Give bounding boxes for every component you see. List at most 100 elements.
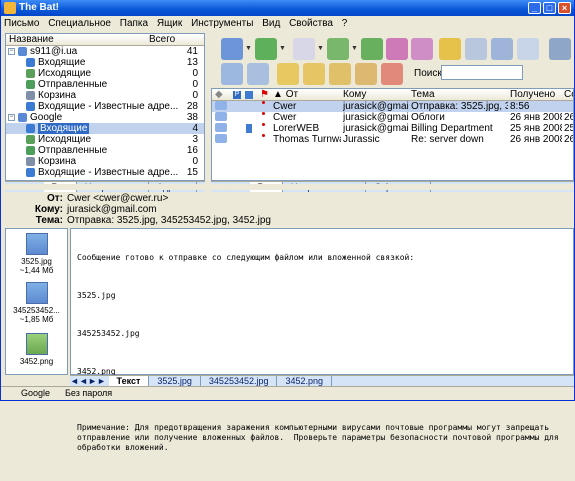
message-from: LorerWEB — [273, 123, 320, 134]
move-folder-icon[interactable] — [355, 63, 377, 85]
new-folder-icon[interactable] — [303, 63, 325, 85]
folder-row[interactable]: − Google 38 — [6, 112, 204, 123]
address-book-icon[interactable] — [439, 38, 461, 60]
column-header-extra[interactable]: Со — [564, 89, 573, 101]
app-logo-icon — [4, 2, 16, 14]
attachment-item[interactable]: 3452.png — [6, 333, 67, 366]
column-header-priority-icon[interactable]: P — [233, 91, 241, 99]
status-bar: Google Без пароля — [1, 386, 574, 400]
folder-tree: Название Всего − s911@i.ua 41 Входящие 13 Исх… — [5, 33, 205, 181]
column-header-to[interactable]: Кому — [343, 89, 366, 101]
attachment-item[interactable]: 3525.jpg ~1,44 Мб — [6, 233, 67, 275]
tab-attachment-2[interactable]: 345253452.jpg — [201, 376, 278, 386]
menu-item-letter[interactable]: Письмо — [4, 18, 39, 29]
message-row[interactable]: Cwer jurasick@gmail.comОблоги 26 янв 2008,… — [212, 112, 573, 123]
folder-row[interactable]: Исходящие 3 — [6, 134, 204, 145]
get-mail-icon[interactable] — [221, 38, 243, 60]
dropdown-arrow-icon[interactable]: ▼ — [351, 45, 358, 52]
message-subject: Облоги — [411, 112, 445, 123]
column-header-from[interactable]: ▲ От — [273, 89, 298, 101]
tab-text[interactable]: Текст — [108, 376, 150, 386]
folder-props-icon[interactable] — [329, 63, 351, 85]
dropdown-arrow-icon[interactable]: ▼ — [279, 45, 286, 52]
folder-row[interactable]: Исходящие 0 — [6, 68, 204, 79]
from-value[interactable]: Cwer <cwer@cwer.ru> — [67, 193, 168, 204]
unread-dot-icon — [262, 123, 265, 126]
first-icon[interactable]: ◄ — [70, 376, 79, 386]
print-icon[interactable] — [517, 38, 539, 60]
message-row[interactable]: LorerWEB jurasick@gmail.comBilling Depart… — [212, 123, 573, 134]
column-header-icon[interactable]: ◆ — [215, 89, 223, 101]
collapse-icon[interactable]: − — [8, 114, 15, 121]
tab-attachment-3[interactable]: 3452.png — [277, 376, 333, 386]
folder-count: 15 — [186, 167, 198, 178]
folder-count: 13 — [186, 57, 198, 68]
attachment-item[interactable]: 345253452... ~1,85 Мб — [6, 282, 67, 324]
folder-count: 0 — [192, 156, 198, 167]
menu-item-special[interactable]: Специальное — [48, 18, 111, 29]
message-to: Jurassic — [343, 134, 380, 145]
folder-row[interactable]: Входящие - Известные адре... 28 — [6, 101, 204, 112]
folder-count: 0 — [192, 68, 198, 79]
minimize-button[interactable]: _ — [528, 2, 541, 14]
mailbox-icon[interactable] — [221, 63, 243, 85]
last-icon[interactable]: ► — [97, 376, 106, 386]
delete-icon[interactable] — [549, 38, 571, 60]
folder-row[interactable]: Входящие 13 — [6, 57, 204, 68]
column-header-attach-icon[interactable] — [245, 91, 253, 99]
subject-label: Тема: — [35, 215, 63, 226]
message-from: Cwer — [273, 101, 297, 112]
send-mail-icon[interactable] — [255, 38, 277, 60]
menu-item-folder[interactable]: Папка — [120, 18, 148, 29]
menu-item-view[interactable]: Вид — [262, 18, 280, 29]
column-header-name[interactable]: Название — [9, 34, 54, 46]
folder-label: Google — [30, 112, 63, 123]
folder-row[interactable]: Отправленные 16 — [6, 145, 204, 156]
forward-icon[interactable] — [386, 38, 408, 60]
tab-attachment-1[interactable]: 3525.jpg — [149, 376, 201, 386]
unread-dot-icon — [262, 112, 265, 115]
reply-all-icon[interactable] — [361, 38, 383, 60]
folder-row[interactable]: Корзина 0 — [6, 156, 204, 167]
to-value[interactable]: jurasick@gmail.com — [67, 204, 157, 215]
menu-item-mailbox[interactable]: Ящик — [157, 18, 182, 29]
menu-item-help[interactable]: ? — [342, 18, 348, 29]
folder-row[interactable]: Отправленные 0 — [6, 79, 204, 90]
window-title: The Bat! — [19, 2, 59, 13]
folder-row[interactable]: Входящие 4 — [6, 123, 204, 134]
maximize-button[interactable]: □ — [543, 2, 556, 14]
redirect-icon[interactable] — [411, 38, 433, 60]
delete-folder-icon[interactable] — [381, 63, 403, 85]
close-button[interactable]: × — [558, 2, 571, 14]
message-subject: Billing Department — [411, 123, 493, 134]
folder-row[interactable]: Входящие - Известные адре... 15 — [6, 167, 204, 178]
message-received: 26 янв 2008,... — [510, 112, 562, 123]
folder-row[interactable]: − s911@i.ua 41 — [6, 46, 204, 57]
folder-row[interactable]: Корзина 0 — [6, 90, 204, 101]
menu-item-properties[interactable]: Свойства — [289, 18, 333, 29]
column-header-received[interactable]: Получено — [510, 89, 555, 101]
splitter[interactable] — [1, 184, 574, 190]
find-icon[interactable] — [465, 38, 487, 60]
dropdown-arrow-icon[interactable]: ▼ — [245, 45, 252, 52]
reply-icon[interactable] — [327, 38, 349, 60]
column-header-flag-icon[interactable]: ⚑ — [260, 89, 269, 101]
column-header-subject[interactable]: Тема — [411, 89, 435, 101]
account-icon — [18, 113, 27, 122]
dropdown-arrow-icon[interactable]: ▼ — [317, 45, 324, 52]
collapse-icon[interactable]: − — [8, 48, 15, 55]
search-input[interactable] — [441, 65, 523, 80]
column-header-total[interactable]: Всего — [149, 34, 175, 46]
new-message-icon[interactable] — [293, 38, 315, 60]
message-body[interactable]: Сообщение готово к отправке со следующим… — [70, 228, 574, 452]
trash-icon — [26, 157, 35, 166]
menu-item-tools[interactable]: Инструменты — [191, 18, 253, 29]
message-row[interactable]: Thomas Turnwald...Jurassic Re: server dow… — [212, 134, 573, 145]
prev-icon[interactable]: ◄ — [79, 376, 88, 386]
filter-icon[interactable] — [491, 38, 513, 60]
next-icon[interactable]: ► — [88, 376, 97, 386]
sort-arrow-icon: ▲ — [273, 89, 286, 100]
message-row[interactable]: Cwer jurasick@gmail.comОтправка: 3525.jpg… — [212, 101, 573, 112]
schedule-icon[interactable] — [247, 63, 269, 85]
lock-icon[interactable] — [277, 63, 299, 85]
